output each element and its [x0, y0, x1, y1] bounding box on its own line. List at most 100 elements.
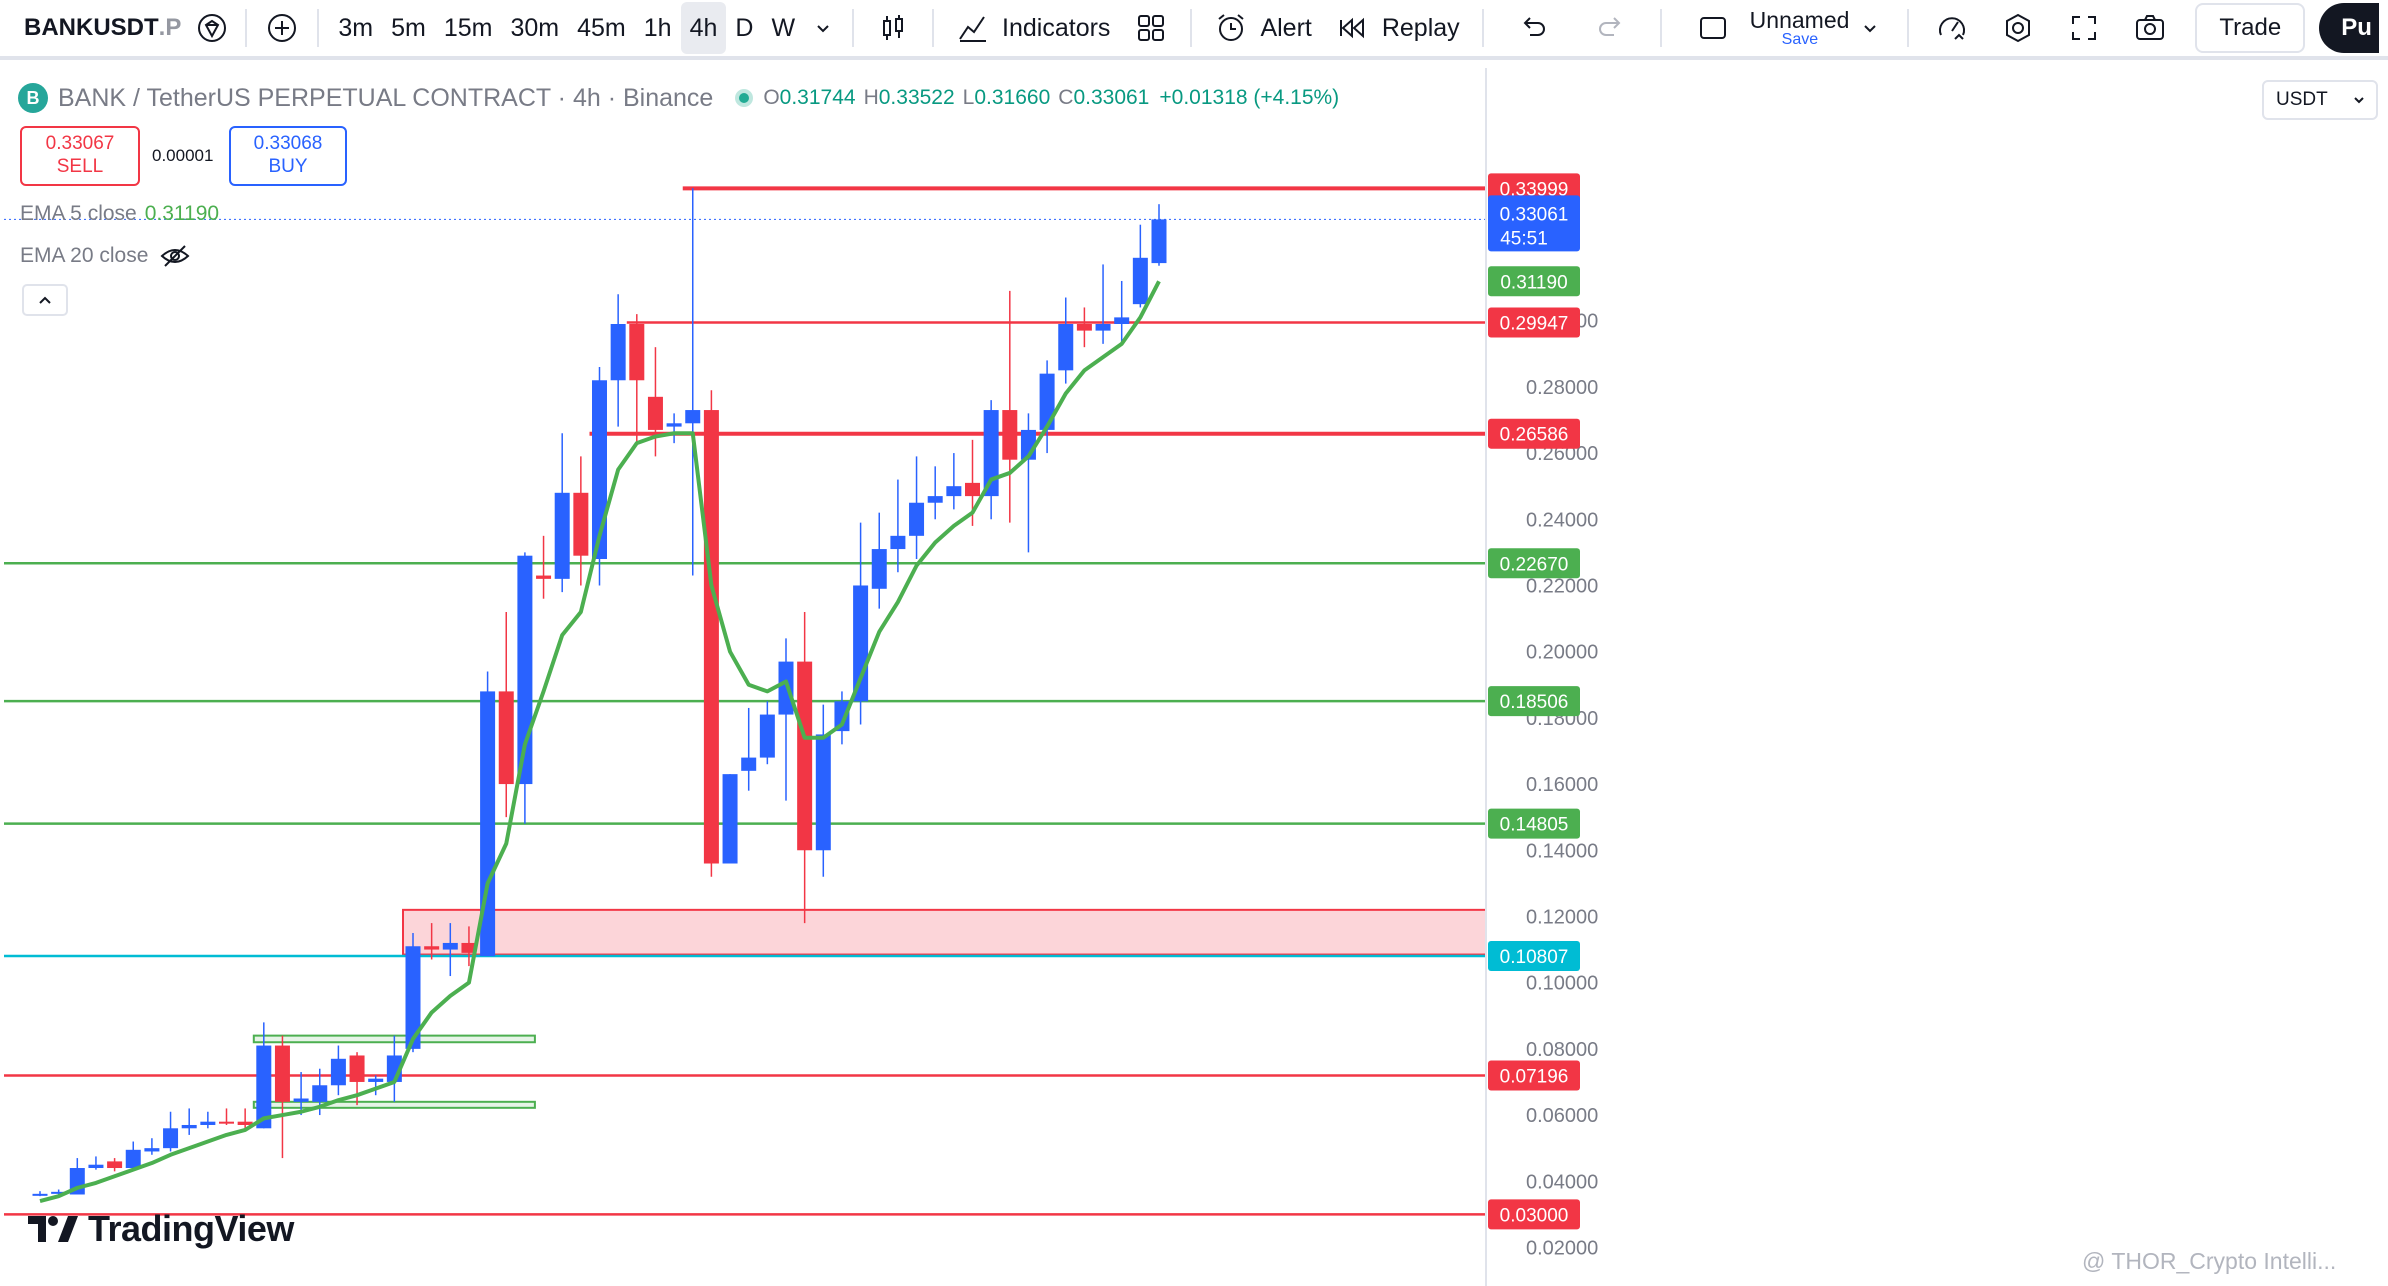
candle-down[interactable] [965, 482, 980, 497]
candle-down[interactable] [797, 661, 813, 851]
quick-search-button[interactable] [1919, 2, 1985, 54]
candle-up[interactable] [125, 1149, 141, 1169]
alert-button[interactable]: Alert [1202, 2, 1323, 54]
sell-button[interactable]: 0.33067 SELL [20, 126, 140, 186]
interval-3m[interactable]: 3m [329, 2, 382, 54]
layout-name-label: Unnamed [1749, 6, 1850, 33]
price-chart[interactable]: 0.02000 0.04000 0.06000 0.08000 0.10000 0.120… [0, 64, 2388, 1286]
candle-up[interactable] [946, 486, 962, 497]
collapse-legend-button[interactable] [22, 284, 68, 316]
buy-button[interactable]: 0.33068 BUY [229, 126, 347, 186]
candle-up[interactable] [927, 496, 943, 503]
tradingview-logo[interactable]: TradingView [26, 1208, 294, 1250]
candle-up[interactable] [368, 1078, 384, 1082]
legend-title[interactable]: BANK / TetherUS PERPETUAL CONTRACT · 4h … [58, 84, 713, 113]
interval-dropdown-button[interactable] [804, 2, 842, 54]
candle-up[interactable] [312, 1085, 328, 1102]
candle-down[interactable] [536, 575, 552, 579]
settings-button[interactable] [1985, 2, 2051, 54]
candle-up[interactable] [554, 492, 570, 579]
candle-up[interactable] [722, 774, 738, 864]
tradingview-logo-icon [28, 1216, 78, 1242]
candle-down[interactable] [424, 946, 440, 950]
candle-up[interactable] [442, 942, 458, 950]
candle-up[interactable] [1039, 373, 1055, 430]
candle-up[interactable] [1095, 324, 1111, 331]
chart-type-button[interactable] [864, 2, 922, 54]
candle-up[interactable] [1058, 324, 1074, 371]
candle-up[interactable] [1132, 257, 1148, 305]
replay-button[interactable]: Replay [1324, 2, 1472, 54]
candle-up[interactable] [853, 585, 869, 702]
candle-up[interactable] [32, 1193, 48, 1196]
currency-select[interactable]: USDT [2262, 80, 2378, 120]
candle-up[interactable] [1151, 219, 1167, 264]
candle-down[interactable] [647, 396, 663, 430]
interval-45m[interactable]: 45m [568, 2, 635, 54]
candle-up[interactable] [871, 549, 887, 589]
price-axis[interactable] [1486, 68, 2388, 1286]
candle-down[interactable] [629, 324, 645, 381]
candle-down[interactable] [219, 1121, 234, 1124]
interval-30m[interactable]: 30m [501, 2, 568, 54]
fullscreen-button[interactable] [2051, 2, 2117, 54]
interval-1h[interactable]: 1h [635, 2, 681, 54]
interval-D[interactable]: D [726, 2, 762, 54]
interval-15m[interactable]: 15m [435, 2, 502, 54]
compare-symbol-button[interactable] [257, 2, 307, 54]
candle-down[interactable] [1002, 410, 1018, 460]
grid-icon [1138, 15, 1165, 41]
candle-up[interactable] [293, 1098, 309, 1102]
candle-down[interactable] [498, 691, 514, 785]
candle-up[interactable] [778, 661, 794, 715]
templates-button[interactable] [1122, 2, 1180, 54]
candle-up[interactable] [610, 324, 626, 381]
candle-up[interactable] [685, 410, 701, 424]
layout-name[interactable]: Unnamed Save [1734, 2, 1856, 54]
zone-rect-0[interactable] [402, 908, 1487, 956]
symbol-name: BANKUSDT [24, 14, 159, 41]
eye-hidden-icon[interactable] [160, 244, 190, 268]
interval-4h[interactable]: 4h [680, 2, 727, 54]
redo-button[interactable] [1572, 2, 1650, 54]
trade-button[interactable]: Trade [2195, 3, 2306, 53]
publish-button[interactable]: Pu [2319, 3, 2380, 53]
symbol-search[interactable]: BANKUSDT .P [0, 2, 189, 54]
level-price-label-4: 0.18506 [1500, 692, 1569, 713]
candle-up[interactable] [666, 423, 682, 427]
layout-button[interactable] [1672, 2, 1734, 54]
candle-up[interactable] [909, 502, 925, 536]
ema5-value: 0.31190 [144, 202, 220, 225]
candle-down[interactable] [703, 410, 719, 864]
interval-W[interactable]: W [762, 2, 804, 54]
layout-dropdown-button[interactable] [1855, 2, 1897, 54]
ema5-legend[interactable]: EMA 5 close 0.31190 [20, 202, 219, 226]
chevron-down-icon [1864, 25, 1877, 33]
candle-down[interactable] [107, 1161, 123, 1169]
chart-pane[interactable]: 0.02000 0.04000 0.06000 0.08000 0.10000 0.120… [0, 64, 2388, 1286]
candle-up[interactable] [330, 1058, 346, 1086]
candle-up[interactable] [890, 535, 906, 550]
zone-rect-2[interactable] [252, 1100, 536, 1109]
ema20-legend[interactable]: EMA 20 close [20, 244, 190, 268]
undo-button[interactable] [1494, 2, 1572, 54]
candle-up[interactable] [163, 1128, 179, 1149]
candle-up[interactable] [759, 714, 775, 758]
camera-icon [2136, 15, 2165, 40]
candle-up[interactable] [200, 1121, 216, 1125]
interval-5m[interactable]: 5m [382, 2, 435, 54]
symbol-options-button[interactable] [189, 2, 235, 54]
indicators-button[interactable]: Indicators [944, 2, 1122, 54]
candle-up[interactable] [144, 1148, 160, 1152]
candle-up[interactable] [1114, 317, 1130, 324]
candle-up[interactable] [181, 1124, 197, 1129]
candle-down[interactable] [573, 492, 589, 556]
candle-down[interactable] [349, 1055, 365, 1082]
candle-up[interactable] [815, 734, 831, 851]
snapshot-button[interactable] [2117, 2, 2183, 54]
last-price-label: 0.33061 [1500, 204, 1569, 225]
candle-down[interactable] [1076, 324, 1092, 331]
candle-down[interactable] [274, 1045, 290, 1102]
candle-up[interactable] [741, 757, 757, 771]
candle-up[interactable] [88, 1164, 104, 1169]
